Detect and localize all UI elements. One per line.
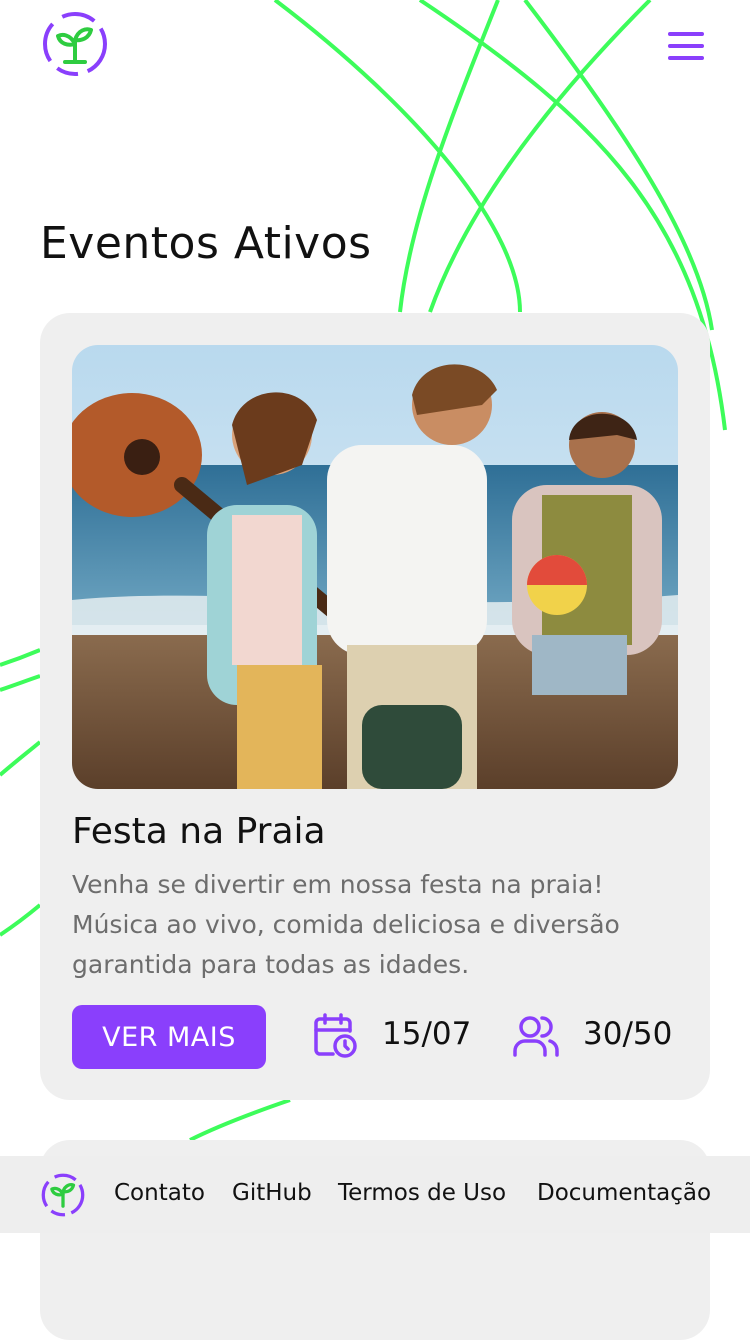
- footer-link-documentacao[interactable]: Documentação: [537, 1180, 711, 1206]
- sprout-logo-icon[interactable]: [40, 10, 110, 80]
- event-card: Festa na Praia Venha se divertir em noss…: [40, 313, 710, 1100]
- hamburger-menu-icon[interactable]: [664, 28, 708, 64]
- event-image: [72, 345, 678, 789]
- sprout-logo-icon[interactable]: [40, 1172, 86, 1218]
- view-more-button[interactable]: VER MAIS: [72, 1005, 266, 1069]
- event-description: Venha se divertir em nossa festa na prai…: [72, 870, 620, 979]
- footer-link-github[interactable]: GitHub: [232, 1180, 312, 1206]
- footer-link-contato[interactable]: Contato: [114, 1180, 205, 1206]
- calendar-clock-icon: [314, 1013, 357, 1058]
- header: [0, 0, 750, 100]
- footer: Contato GitHub Termos de Uso Documentaçã…: [0, 1156, 750, 1233]
- event-date: 15/07: [382, 1016, 472, 1052]
- event-title: Festa na Praia: [72, 811, 326, 852]
- event-participants: 30/50: [583, 1016, 673, 1052]
- page-title: Eventos Ativos: [40, 218, 372, 269]
- users-icon: [513, 1016, 559, 1057]
- footer-link-termos[interactable]: Termos de Uso: [338, 1180, 506, 1206]
